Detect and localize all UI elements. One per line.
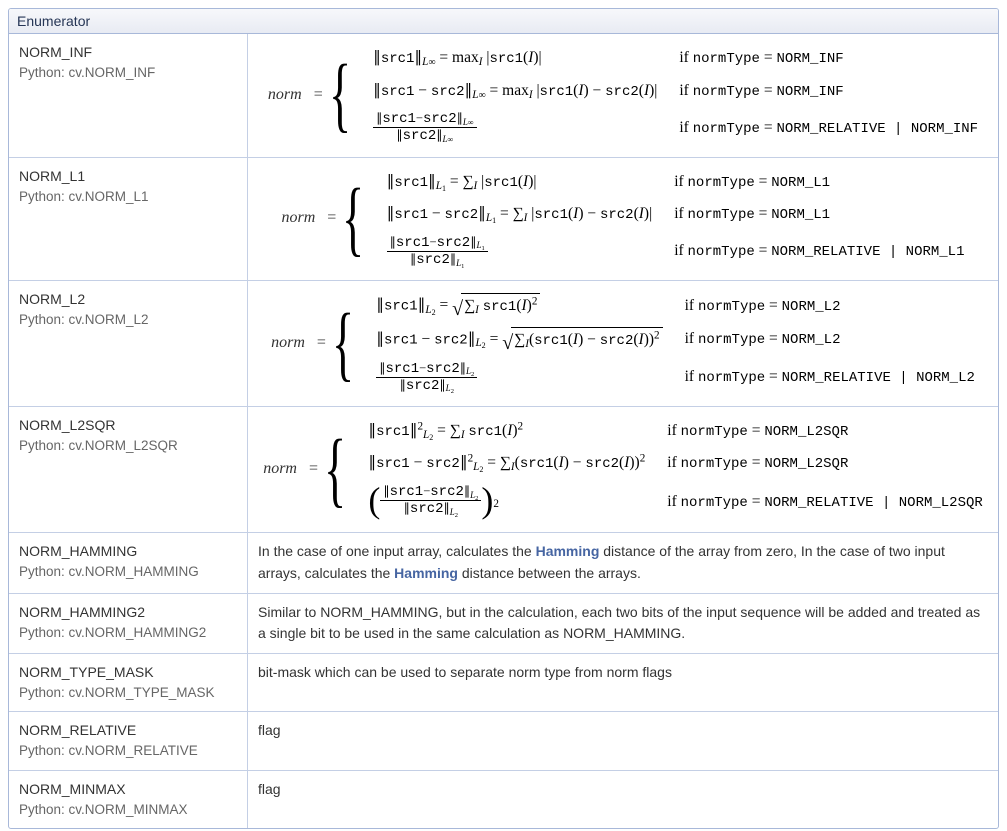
enum-name: NORM_MINMAX <box>19 779 237 800</box>
enum-python-name: Python: cv.NORM_HAMMING2 <box>19 623 237 643</box>
panel-header: Enumerator <box>9 9 998 34</box>
enum-name: NORM_HAMMING <box>19 541 237 562</box>
enum-desc-cell: bit-mask which can be used to separate n… <box>248 654 999 712</box>
enum-python-name: Python: cv.NORM_L2 <box>19 310 237 330</box>
enum-name-cell: NORM_TYPE_MASK Python: cv.NORM_TYPE_MASK <box>9 654 248 712</box>
enum-name-cell: NORM_MINMAX Python: cv.NORM_MINMAX <box>9 770 248 828</box>
enum-row: NORM_L2 Python: cv.NORM_L2 norm = { ∥src… <box>9 281 998 407</box>
enum-name: NORM_RELATIVE <box>19 720 237 741</box>
enum-row: NORM_HAMMING Python: cv.NORM_HAMMINGIn t… <box>9 533 998 593</box>
enum-row: NORM_L1 Python: cv.NORM_L1 norm = { ∥src… <box>9 157 998 281</box>
enum-name: NORM_INF <box>19 42 237 63</box>
enum-python-name: Python: cv.NORM_HAMMING <box>19 562 237 582</box>
enum-row: NORM_MINMAX Python: cv.NORM_MINMAXflag <box>9 770 998 828</box>
enum-name-cell: NORM_INF Python: cv.NORM_INF <box>9 34 248 157</box>
enum-desc-cell: flag <box>248 712 999 770</box>
enum-python-name: Python: cv.NORM_MINMAX <box>19 800 237 820</box>
enum-name: NORM_L2SQR <box>19 415 237 436</box>
enum-desc-cell: flag <box>248 770 999 828</box>
enum-name-cell: NORM_L2 Python: cv.NORM_L2 <box>9 281 248 407</box>
enum-name: NORM_L1 <box>19 166 237 187</box>
enum-name-cell: NORM_L1 Python: cv.NORM_L1 <box>9 157 248 281</box>
enum-desc-cell: In the case of one input array, calculat… <box>248 533 999 593</box>
enumerator-table: NORM_INF Python: cv.NORM_INF norm = { ∥s… <box>9 34 998 828</box>
enum-name: NORM_HAMMING2 <box>19 602 237 623</box>
enum-python-name: Python: cv.NORM_INF <box>19 63 237 83</box>
enum-name-cell: NORM_L2SQR Python: cv.NORM_L2SQR <box>9 406 248 533</box>
enum-desc-cell: norm = { ∥src1∥L2 = √∑I src1(I)2if normT… <box>248 281 999 407</box>
enum-name: NORM_L2 <box>19 289 237 310</box>
enum-name-cell: NORM_HAMMING2 Python: cv.NORM_HAMMING2 <box>9 593 248 653</box>
enumerator-panel: Enumerator NORM_INF Python: cv.NORM_INF … <box>8 8 999 829</box>
enum-python-name: Python: cv.NORM_RELATIVE <box>19 741 237 761</box>
enum-python-name: Python: cv.NORM_L1 <box>19 187 237 207</box>
enum-row: NORM_INF Python: cv.NORM_INF norm = { ∥s… <box>9 34 998 157</box>
enum-row: NORM_L2SQR Python: cv.NORM_L2SQR norm = … <box>9 406 998 533</box>
enum-row: NORM_HAMMING2 Python: cv.NORM_HAMMING2Si… <box>9 593 998 653</box>
enum-name-cell: NORM_RELATIVE Python: cv.NORM_RELATIVE <box>9 712 248 770</box>
enum-python-name: Python: cv.NORM_L2SQR <box>19 436 237 456</box>
enum-desc-cell: norm = { ∥src1∥L∞ = maxI |src1(I)|if nor… <box>248 34 999 157</box>
enum-name-cell: NORM_HAMMING Python: cv.NORM_HAMMING <box>9 533 248 593</box>
enum-name: NORM_TYPE_MASK <box>19 662 237 683</box>
enum-desc-cell: norm = { ∥src1∥2L2 = ∑I src1(I)2if normT… <box>248 406 999 533</box>
enum-row: NORM_TYPE_MASK Python: cv.NORM_TYPE_MASK… <box>9 654 998 712</box>
enum-row: NORM_RELATIVE Python: cv.NORM_RELATIVEfl… <box>9 712 998 770</box>
enum-desc-cell: Similar to NORM_HAMMING, but in the calc… <box>248 593 999 653</box>
enum-desc-cell: norm = { ∥src1∥L1 = ∑I |src1(I)|if normT… <box>248 157 999 281</box>
enum-python-name: Python: cv.NORM_TYPE_MASK <box>19 683 237 703</box>
